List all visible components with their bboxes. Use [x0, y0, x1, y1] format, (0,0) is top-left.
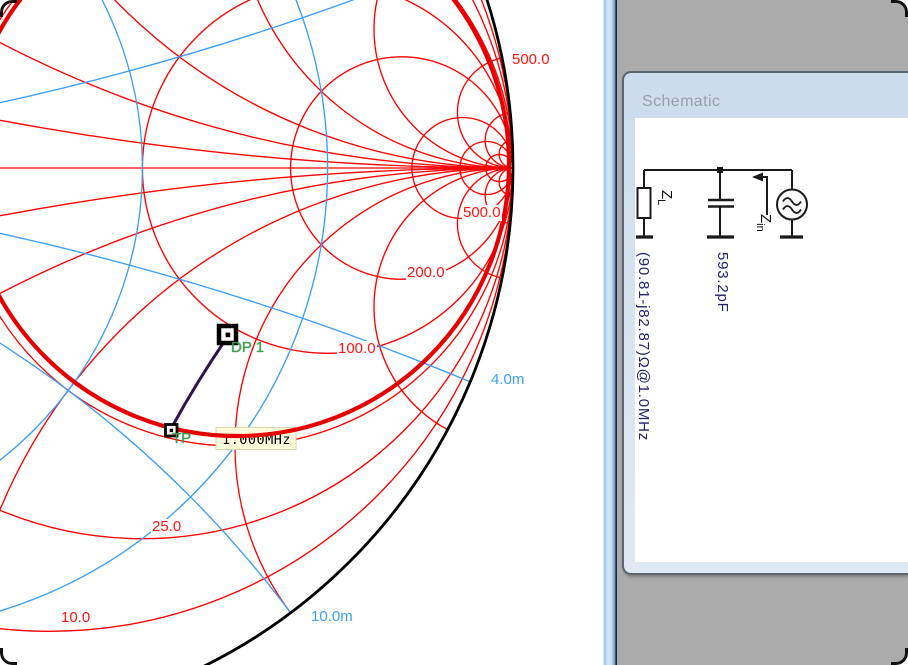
- design-point-label: DP 1: [231, 340, 264, 356]
- capacitor-value[interactable]: 593.2pF: [714, 252, 731, 313]
- resistance-label-25: 25.0: [151, 519, 182, 535]
- window-aero-border[interactable]: [603, 0, 617, 665]
- smith-chart-canvas[interactable]: 1.000MHz 500.0 500.0 200.0 100.0 25.0 10…: [0, 0, 603, 665]
- sweep-trace: [0, 0, 509, 436]
- resistance-label-10: 10.0: [60, 610, 91, 626]
- zin-label-symbol: Z: [757, 214, 774, 223]
- resistance-label-200: 200.0: [406, 265, 446, 281]
- schematic-panel: Schematic: [622, 71, 908, 575]
- load-label: ZL: [655, 190, 675, 205]
- resistance-label-100: 100.0: [337, 341, 377, 357]
- smith-chart-svg: 1.000MHz: [0, 0, 603, 665]
- zin-label-sub: in: [754, 223, 766, 232]
- susceptance-label-4m: 4.0m: [490, 372, 525, 388]
- zin-label: Zin: [754, 214, 774, 232]
- matching-path: [172, 339, 226, 427]
- impedance-grid: [0, 0, 603, 665]
- resistance-label-500: 500.0: [462, 205, 502, 221]
- trace-point-label: TP: [172, 431, 191, 447]
- zin-impedance-value: (90.81-j82.87)Ω@1.0MHz: [635, 252, 652, 441]
- app-window: 1.000MHz 500.0 500.0 200.0 100.0 25.0 10…: [0, 0, 908, 665]
- reactance-label-500: 500.0: [511, 52, 551, 68]
- admittance-grid: [0, 0, 603, 665]
- load-label-sub: L: [655, 199, 667, 205]
- susceptance-label-10m: 10.0m: [310, 609, 354, 625]
- unit-circle-boundary: [0, 0, 513, 665]
- schematic-panel-title: Schematic: [642, 93, 720, 111]
- load-label-symbol: Z: [658, 190, 675, 199]
- schematic-drawing-area[interactable]: [635, 118, 908, 562]
